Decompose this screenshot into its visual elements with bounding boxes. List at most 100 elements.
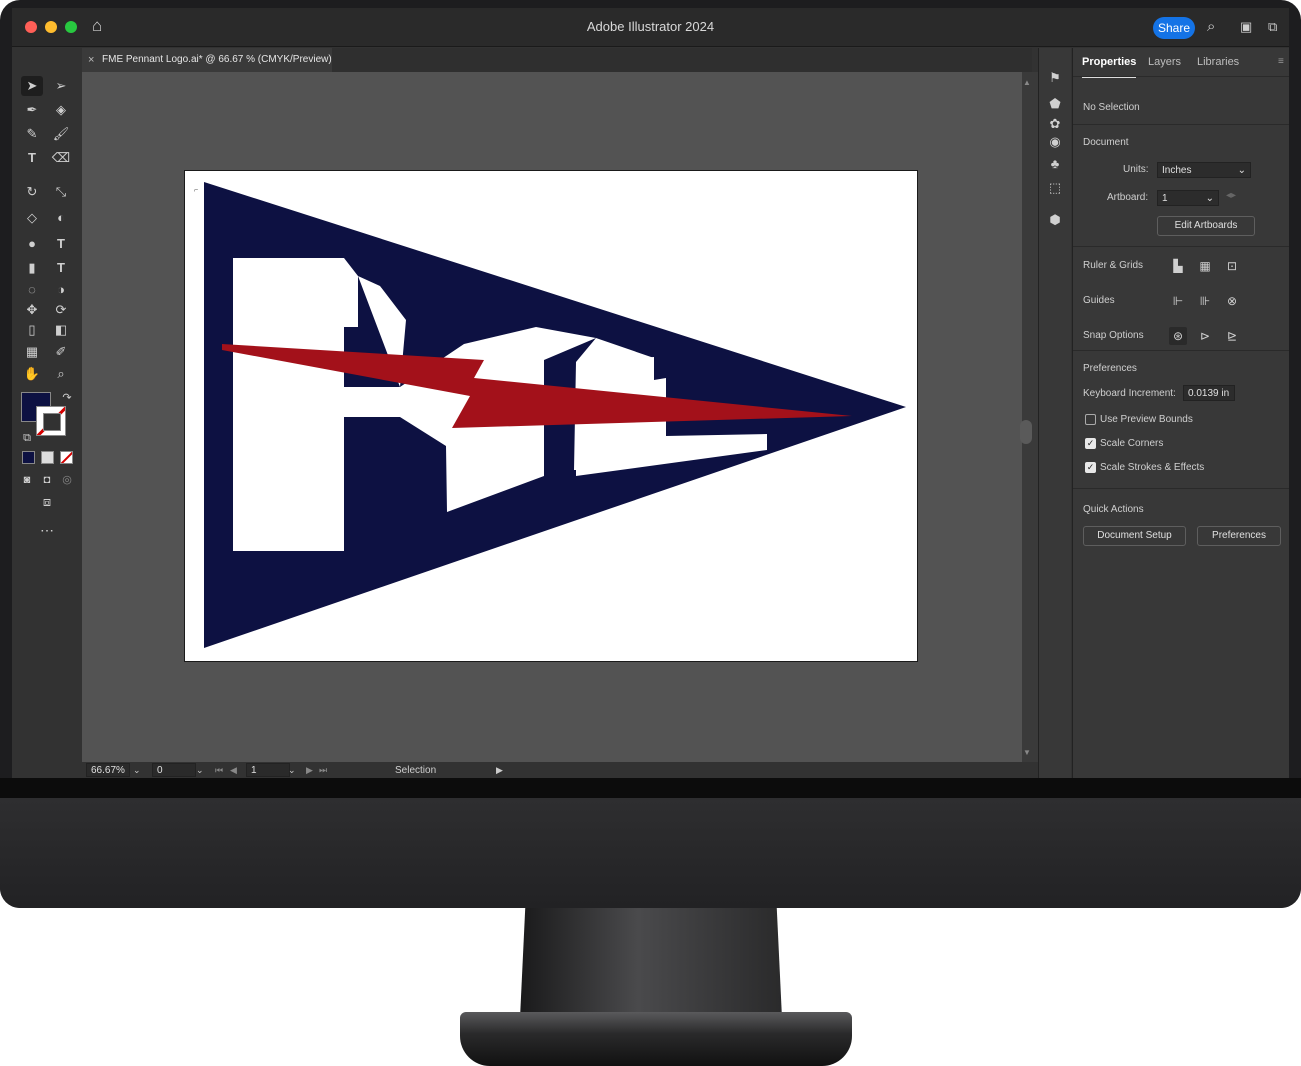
blob-tool-icon[interactable]: ● xyxy=(21,234,43,254)
search-icon[interactable]: ⌕ xyxy=(1207,18,1215,35)
draw-normal-icon[interactable]: ◙ xyxy=(16,470,38,490)
draw-behind-icon[interactable]: ◘ xyxy=(36,470,58,490)
color-mode-icon[interactable] xyxy=(22,451,35,464)
scroll-up-icon[interactable]: ▲ xyxy=(1023,78,1031,87)
blend-tool-icon[interactable]: ⟳ xyxy=(50,300,72,320)
swatches-panel-icon[interactable]: ⬟ xyxy=(1045,96,1065,114)
type-on-path-tool-icon[interactable]: T xyxy=(50,234,72,254)
brushes-panel-icon[interactable]: ✿ xyxy=(1045,116,1065,134)
rotate-tool-icon[interactable]: ↻ xyxy=(21,182,43,202)
artboard-navigation-field[interactable]: 1 xyxy=(246,763,290,777)
grid-icon[interactable]: ▦ xyxy=(1196,257,1214,275)
draw-inside-icon[interactable]: ◎ xyxy=(56,470,78,490)
last-artboard-icon[interactable]: ⏭ xyxy=(319,762,327,778)
symbol-sprayer-tool-icon[interactable]: ✥ xyxy=(21,300,43,320)
use-preview-bounds-label: Use Preview Bounds xyxy=(1100,414,1193,425)
gradient-mode-icon[interactable] xyxy=(41,451,54,464)
vertical-type-tool-icon[interactable]: T xyxy=(50,258,72,278)
scale-strokes-label: Scale Strokes & Effects xyxy=(1100,462,1205,473)
share-button[interactable]: Share xyxy=(1153,17,1195,39)
document-tab[interactable]: FME Pennant Logo.ai* @ 66.67 % (CMYK/Pre… xyxy=(82,48,332,72)
preferences-button[interactable]: Preferences xyxy=(1197,526,1281,546)
keyboard-increment-label: Keyboard Increment: xyxy=(1083,388,1176,399)
tab-properties[interactable]: Properties xyxy=(1082,48,1137,78)
workspace-icon[interactable]: ▣ xyxy=(1240,19,1252,35)
artboard-value: 1 xyxy=(1162,193,1168,204)
tab-libraries[interactable]: Libraries xyxy=(1197,48,1239,76)
screen: ⌂ Adobe Illustrator 2024 Share ⌕ ▣ ⧉ FME… xyxy=(12,8,1289,778)
snap-to-pixel-icon[interactable]: ⊳ xyxy=(1196,327,1214,345)
properties-panel-icon[interactable]: ⚑ xyxy=(1045,70,1065,88)
layers-panel-icon[interactable]: ⬢ xyxy=(1045,212,1065,230)
hand-tool-icon[interactable]: ✋ xyxy=(21,364,43,384)
chevron-down-icon: ⌄ xyxy=(1237,165,1246,176)
none-mode-icon[interactable] xyxy=(60,451,73,464)
document-section-title: Document xyxy=(1083,137,1129,148)
artboard-tool-icon[interactable]: ▯ xyxy=(21,320,43,340)
units-dropdown[interactable]: Inches ⌄ xyxy=(1157,162,1251,178)
eyedropper-tool-icon[interactable]: ✐ xyxy=(50,342,72,362)
document-setup-button[interactable]: Document Setup xyxy=(1083,526,1186,546)
zoom-tool-icon[interactable]: ⌕ xyxy=(50,364,72,384)
width-tool-icon[interactable]: ▮ xyxy=(21,258,43,278)
first-artboard-icon[interactable]: ⏮ xyxy=(215,762,223,778)
zoom-level-field[interactable]: 66.67% xyxy=(86,763,130,777)
vertical-scroll-thumb[interactable] xyxy=(1020,420,1032,444)
vertical-scrollbar[interactable] xyxy=(1022,72,1038,762)
keyboard-increment-input[interactable]: 0.0139 in xyxy=(1183,385,1235,401)
rulers-icon[interactable]: ▙ xyxy=(1169,257,1187,275)
edit-artboards-button[interactable]: Edit Artboards xyxy=(1157,216,1255,236)
pencil-tool-icon[interactable]: ✎ xyxy=(21,124,43,144)
transform-panel-icon[interactable]: ⬚ xyxy=(1045,180,1065,198)
close-tab-icon[interactable]: × xyxy=(88,48,94,72)
rotation-dropdown-icon[interactable]: ⌄ xyxy=(196,762,204,778)
direct-selection-tool-icon[interactable]: ➢ xyxy=(50,76,72,96)
mesh-tool-icon[interactable]: ▦ xyxy=(21,342,43,362)
pennant-logo[interactable]: ⌐ xyxy=(184,170,918,662)
artboard-dropdown-icon[interactable]: ⌄ xyxy=(288,762,296,778)
artboard-dropdown[interactable]: 1 ⌄ xyxy=(1157,190,1219,206)
eraser-tool-icon[interactable]: ⌫ xyxy=(50,148,72,168)
slice-tool-icon[interactable]: ◧ xyxy=(50,320,72,340)
snap-options-label: Snap Options xyxy=(1083,330,1144,341)
snap-to-point-icon[interactable]: ⊛ xyxy=(1169,327,1187,345)
lasso-tool-icon[interactable]: ◌ xyxy=(21,280,43,300)
anchor-point-tool-icon[interactable]: ◈ xyxy=(50,100,72,120)
stroke-swatch[interactable] xyxy=(36,406,66,436)
snap-to-glyph-icon[interactable]: ⊵ xyxy=(1223,327,1241,345)
appearance-panel-icon[interactable]: ♣ xyxy=(1045,156,1065,174)
swap-fill-stroke-icon[interactable]: ↷ xyxy=(56,388,78,408)
pen-tool-icon[interactable]: ✒ xyxy=(21,100,43,120)
tab-layers[interactable]: Layers xyxy=(1148,48,1181,76)
preferences-section-title: Preferences xyxy=(1083,363,1137,374)
default-fill-stroke-icon[interactable]: ⧉ xyxy=(16,428,38,448)
zoom-dropdown-icon[interactable]: ⌄ xyxy=(133,762,141,778)
show-guides-icon[interactable]: ⊩ xyxy=(1169,292,1187,310)
artboard-nav-icon[interactable]: ◂▸ xyxy=(1226,190,1236,201)
selection-tool-icon[interactable]: ➤ xyxy=(21,76,43,96)
shape-tool-icon[interactable]: ◇ xyxy=(21,208,43,228)
rotation-field[interactable]: 0 xyxy=(152,763,196,777)
smart-guides-icon[interactable]: ⊗ xyxy=(1223,292,1241,310)
previous-artboard-icon[interactable]: ◀ xyxy=(230,762,237,778)
use-preview-bounds-checkbox[interactable] xyxy=(1085,414,1096,425)
arrange-documents-icon[interactable]: ⧉ xyxy=(1268,19,1277,35)
current-tool-status: Selection xyxy=(395,765,437,776)
type-tool-icon[interactable]: T xyxy=(21,148,43,168)
next-artboard-icon[interactable]: ▶ xyxy=(306,762,313,778)
edit-toolbar-icon[interactable]: ⋯ xyxy=(36,520,58,540)
ruler-grids-label: Ruler & Grids xyxy=(1083,260,1144,271)
lock-guides-icon[interactable]: ⊪ xyxy=(1196,292,1214,310)
transparency-grid-icon[interactable]: ⊡ xyxy=(1223,257,1241,275)
brush-tool-icon[interactable]: 🖌 xyxy=(50,124,72,144)
gradient-tool-icon[interactable]: ◑ xyxy=(50,280,72,300)
scale-corners-checkbox[interactable]: ✓ xyxy=(1085,438,1096,449)
panel-menu-icon[interactable]: ≡ xyxy=(1278,56,1284,67)
scale-strokes-checkbox[interactable]: ✓ xyxy=(1085,462,1096,473)
scale-tool-icon[interactable]: ⤡ xyxy=(50,182,72,202)
screen-mode-icon[interactable]: ⧈ xyxy=(36,492,58,512)
color-panel-icon[interactable]: ◉ xyxy=(1045,134,1065,152)
scroll-down-icon[interactable]: ▼ xyxy=(1023,748,1031,757)
shape-builder-tool-icon[interactable]: ◐ xyxy=(50,208,72,228)
status-menu-icon[interactable]: ▶ xyxy=(496,762,503,778)
